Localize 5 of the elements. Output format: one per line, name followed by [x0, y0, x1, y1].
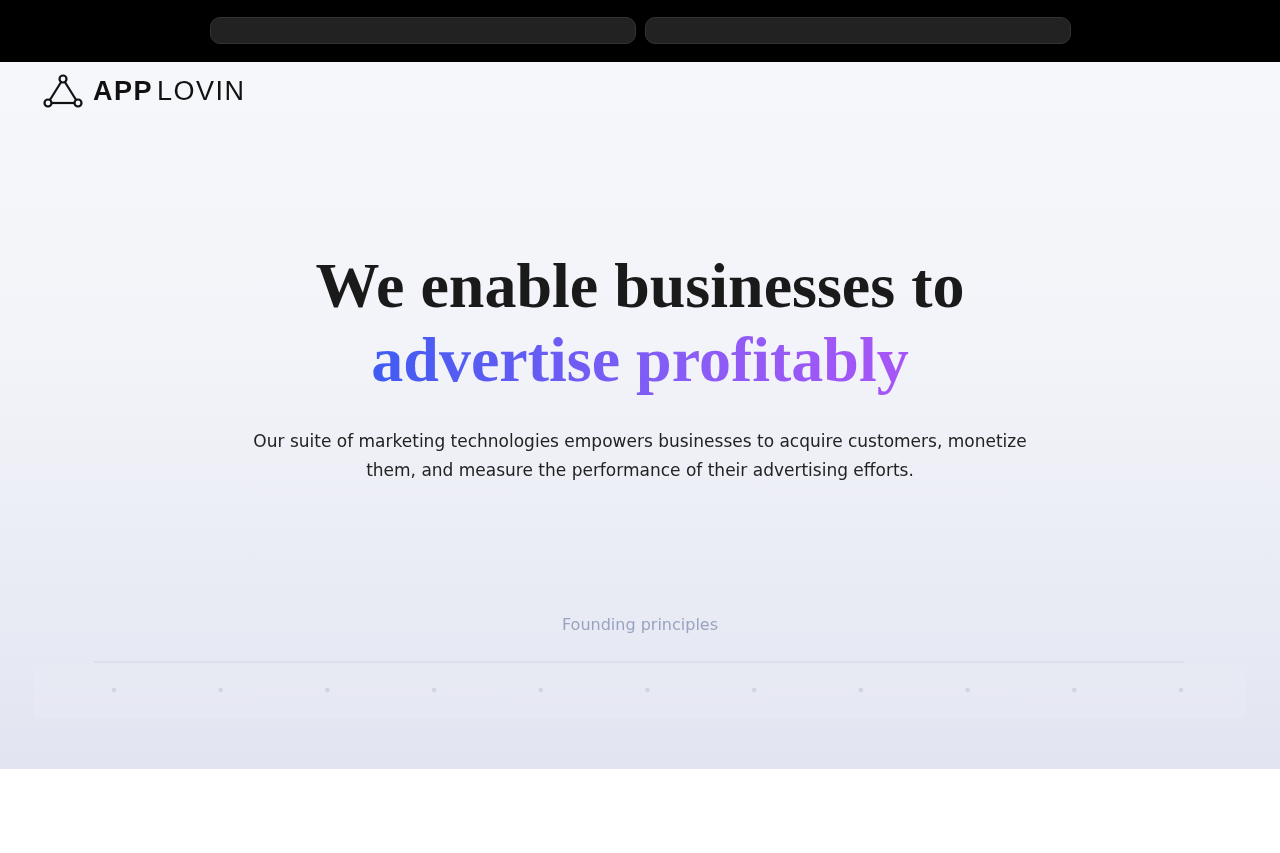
logo-icon — [43, 74, 83, 109]
section-label: Founding principles — [562, 615, 718, 634]
logo-text: APP LOVIN — [93, 76, 246, 107]
hero-heading: We enable businesses to — [315, 249, 965, 323]
hero-subtitle: Our suite of marketing technologies empowers businesses to acquire customers, monetize them, and measure the performance of their advertising efforts. — [252, 430, 1028, 482]
